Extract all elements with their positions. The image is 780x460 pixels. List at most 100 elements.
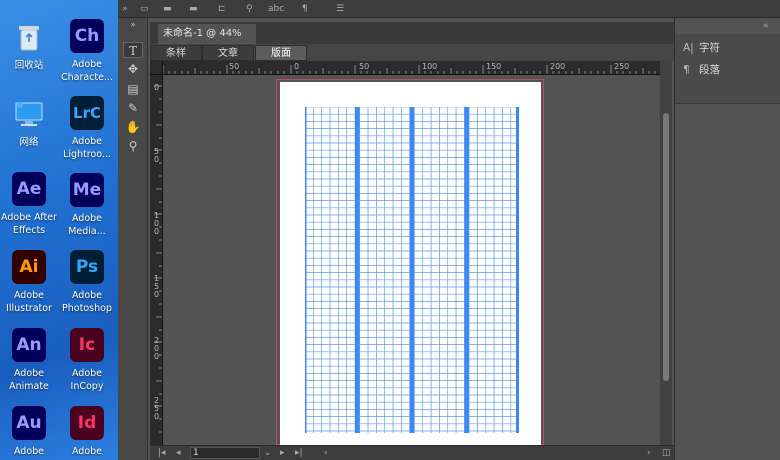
vertical-ruler-ticks	[154, 85, 162, 433]
type-tool-icon[interactable]: T	[123, 42, 143, 58]
desktop-icon-label: Adobe Media...	[68, 213, 106, 237]
desktop-icon-label: Adobe Animate	[9, 368, 49, 392]
desktop-icon-label: Adobe Illustrator	[6, 290, 52, 314]
page-dropdown-icon[interactable]: ⌄	[264, 447, 272, 459]
prev-page-icon[interactable]: ◂	[176, 447, 181, 459]
page-number-value: 1	[193, 448, 199, 458]
panel-list: A| 字符 ¶ 段落	[675, 34, 780, 104]
next-page-icon[interactable]: ▸	[280, 447, 285, 459]
tab-layout[interactable]: 版面	[255, 45, 307, 61]
vertical-ruler[interactable]: 0 50 100 150 200 250	[150, 75, 163, 445]
desktop-icon-label: Adobe	[71, 446, 103, 457]
animate-icon: An	[12, 328, 46, 362]
ruler-label: 50	[153, 147, 160, 164]
indesign-icon: Id	[70, 406, 104, 440]
pilcrow-icon[interactable]: ¶	[302, 3, 308, 15]
zoom-tool-icon[interactable]: ⚲	[123, 138, 143, 154]
paragraph-panel-item[interactable]: ¶ 段落	[683, 62, 720, 78]
desktop-icon-audition[interactable]: Au Adobe	[0, 406, 58, 458]
incopy-window: » ▭ ▬ ▬ ⊏ ⚲ abc ¶ ☰ » T ✥ ▤ ✎ ✋ ⚲ 未命名-1 …	[118, 0, 780, 460]
desktop-icon-photoshop[interactable]: Ps Adobe Photoshop	[58, 250, 116, 315]
photoshop-icon: Ps	[70, 250, 104, 284]
ruler-label: 200	[550, 62, 566, 71]
network-icon	[12, 97, 46, 131]
ruler-label: 250	[153, 396, 160, 421]
desktop-icon-indesign[interactable]: Id Adobe	[58, 406, 116, 458]
status-bar: |◂ ◂ 1 ⌄ ▸ ▸| ‹ › ◫	[150, 445, 676, 460]
collapse-tools-icon[interactable]: »	[123, 20, 143, 36]
character-animator-icon: Ch	[70, 19, 104, 53]
desktop-icon-network[interactable]: 网络	[0, 97, 58, 149]
desktop-icon-illustrator[interactable]: Ai Adobe Illustrator	[0, 250, 58, 315]
lightroom-classic-icon: LrC	[70, 96, 104, 130]
right-panel-dock: « A| 字符 ¶ 段落	[674, 18, 780, 460]
eyedropper-tool-icon[interactable]: ✎	[123, 100, 143, 116]
zoom-tool-icon[interactable]: ⚲	[246, 3, 253, 15]
view-tabs: 条样 文章 版面	[150, 44, 676, 61]
ruler-origin[interactable]	[150, 61, 163, 75]
hscroll-left-icon[interactable]: ‹	[324, 447, 328, 459]
desktop-icon-recycle-bin[interactable]: 回收站	[0, 20, 58, 72]
desktop-icon-after-effects[interactable]: Ae Adobe After Effects	[0, 172, 58, 237]
spellcheck-icon[interactable]: abc	[268, 3, 284, 15]
incopy-icon: Ic	[70, 328, 104, 362]
frame-grid[interactable]	[305, 107, 519, 433]
document-page[interactable]	[280, 82, 541, 445]
collapse-panel-icon[interactable]: »	[122, 3, 128, 15]
transform-icon[interactable]: ⊏	[218, 3, 226, 15]
first-page-icon[interactable]: |◂	[158, 447, 166, 459]
ruler-label: 250	[614, 62, 630, 71]
ruler-label: 200	[153, 336, 160, 361]
ruler-label: 50	[229, 62, 240, 71]
ruler-label: 150	[486, 62, 502, 71]
ruler-label: 100	[422, 62, 438, 71]
view-mode-icon[interactable]: ◫	[662, 447, 671, 459]
pasteboard[interactable]	[164, 76, 660, 445]
after-effects-icon: Ae	[12, 172, 46, 206]
ruler-label: 50	[359, 62, 370, 71]
page-number-field[interactable]: 1	[190, 447, 260, 459]
frame-icon[interactable]: ▭	[140, 3, 149, 15]
desktop-icon-label: Adobe InCopy	[70, 368, 104, 392]
tab-galley[interactable]: 条样	[150, 45, 202, 61]
character-label: 字符	[699, 42, 720, 54]
paragraph-label: 段落	[699, 64, 720, 76]
menu-icon[interactable]: ☰	[336, 3, 344, 15]
tools-panel: » T ✥ ▤ ✎ ✋ ⚲	[118, 18, 148, 460]
desktop-icon-character-animator[interactable]: Ch Adobe Characte...	[58, 19, 116, 84]
ruler-label: 150	[153, 274, 160, 299]
document-tab-bar: 未命名-1 @ 44% ×	[150, 22, 676, 59]
character-panel-item[interactable]: A| 字符	[683, 40, 720, 56]
desktop-icon-label: Adobe Characte...	[60, 59, 114, 83]
ruler-label: 100	[153, 211, 160, 236]
character-icon: A|	[683, 42, 694, 54]
last-page-icon[interactable]: ▸|	[295, 447, 303, 459]
control-bar: » ▭ ▬ ▬ ⊏ ⚲ abc ¶ ☰	[118, 0, 780, 18]
desktop-icon-lightroom-classic[interactable]: LrC Adobe Lightroo...	[58, 96, 116, 161]
layout-icon[interactable]: ▬	[163, 3, 172, 15]
ruler-label: 0	[294, 62, 300, 71]
media-encoder-icon: Me	[70, 173, 104, 207]
desktop-icon-media-encoder[interactable]: Me Adobe Media...	[58, 173, 116, 238]
collapse-dock-icon[interactable]: «	[763, 20, 769, 32]
desktop-icon-label: Adobe Lightroo...	[63, 136, 111, 160]
audition-icon: Au	[12, 406, 46, 440]
desktop-icon-label: 回收站	[14, 60, 44, 71]
horizontal-ruler[interactable]: 50 0 50 100 150 200 250	[163, 61, 660, 75]
desktop-icon-incopy[interactable]: Ic Adobe InCopy	[58, 328, 116, 393]
tab-story[interactable]: 文章	[202, 45, 254, 61]
desktop: 回收站 网络 Ae Adobe After Effects Ai Adobe Ill…	[0, 0, 118, 460]
vertical-scrollbar[interactable]	[660, 61, 672, 445]
page-icon[interactable]: ▬	[189, 3, 198, 15]
scrollbar-thumb[interactable]	[663, 113, 669, 381]
desktop-icon-label: Adobe	[13, 446, 45, 457]
hscroll-right-icon[interactable]: ›	[647, 447, 651, 459]
recycle-bin-icon	[12, 20, 46, 54]
position-tool-icon[interactable]: ✥	[123, 61, 143, 77]
desktop-icon-label: Adobe After Effects	[1, 212, 57, 236]
hand-tool-icon[interactable]: ✋	[123, 119, 143, 135]
desktop-icon-animate[interactable]: An Adobe Animate	[0, 328, 58, 393]
document-tab[interactable]: 未命名-1 @ 44% ×	[158, 24, 256, 59]
illustrator-icon: Ai	[12, 250, 46, 284]
note-tool-icon[interactable]: ▤	[123, 81, 143, 97]
